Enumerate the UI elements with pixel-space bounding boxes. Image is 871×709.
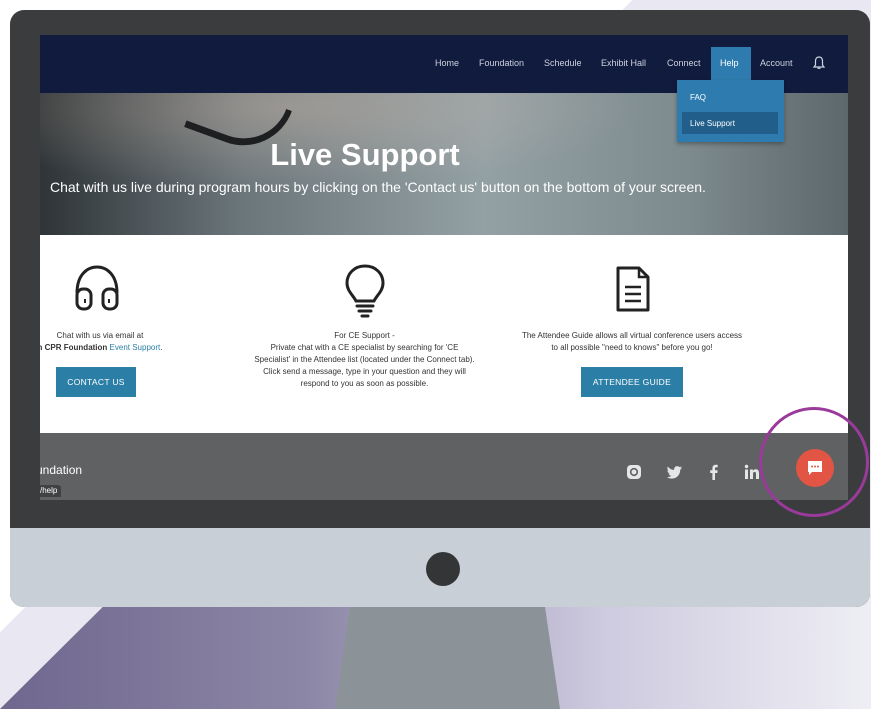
ce-line-3: Specialist' in the Attendee list (locate…	[254, 355, 475, 364]
support-options: Chat with us via email at n CPR Foundati…	[40, 235, 848, 433]
dropdown-item-faq[interactable]: FAQ	[690, 93, 706, 102]
facebook-icon[interactable]	[706, 464, 722, 480]
nav-home[interactable]: Home	[435, 58, 459, 68]
twitter-icon[interactable]	[667, 464, 683, 480]
nav-schedule[interactable]: Schedule	[544, 58, 582, 68]
ce-line-5: respond to you as soon as possible.	[300, 379, 429, 388]
lightbulb-icon	[345, 264, 385, 318]
linkedin-icon[interactable]	[744, 464, 760, 480]
ce-line-1: For CE Support -	[334, 331, 395, 340]
email-line-2: n CPR Foundation Event Support.	[40, 342, 170, 354]
nav-exhibit-hall[interactable]: Exhibit Hall	[601, 58, 646, 68]
email-line-2-suffix: .	[160, 343, 163, 352]
monitor-logo-dot	[426, 552, 460, 586]
ce-support-text: For CE Support - Private chat with a CE …	[237, 330, 492, 390]
attendee-guide-button[interactable]: ATTENDEE GUIDE	[581, 367, 683, 397]
guide-line-1: The Attendee Guide allows all virtual co…	[521, 331, 743, 340]
chat-icon	[808, 461, 822, 475]
footer: undation /help	[40, 433, 848, 500]
attendee-guide-text: The Attendee Guide allows all virtual co…	[497, 330, 767, 354]
headset-icon	[75, 265, 119, 311]
nav-connect[interactable]: Connect	[667, 58, 701, 68]
footer-brand: undation	[40, 463, 83, 477]
document-icon	[616, 266, 650, 312]
hero-subtitle: Chat with us live during program hours b…	[50, 179, 706, 195]
monitor-stand	[335, 607, 560, 709]
ce-line-4: Click send a message, type in your quest…	[263, 367, 466, 376]
ce-line-2: Private chat with a CE specialist by sea…	[270, 343, 459, 352]
contact-us-button[interactable]: CONTACT US	[56, 367, 136, 397]
email-line-1: Chat with us via email at	[56, 331, 144, 340]
dropdown-item-live-support[interactable]: Live Support	[682, 112, 778, 134]
website-screen: Home Foundation Schedule Exhibit Hall Co…	[40, 35, 848, 500]
email-org-name: n CPR Foundation	[40, 343, 108, 352]
guide-line-2: to all possible "need to knows" before y…	[551, 343, 713, 352]
status-url: /help	[40, 485, 62, 497]
help-dropdown: FAQ Live Support	[677, 80, 784, 142]
event-support-link[interactable]: Event Support	[110, 343, 161, 352]
dropdown-item-label: Live Support	[690, 119, 735, 128]
chat-launcher-button[interactable]	[796, 449, 834, 487]
email-support-text: Chat with us via email at n CPR Foundati…	[40, 330, 170, 354]
bell-icon[interactable]	[813, 56, 825, 70]
nav-foundation[interactable]: Foundation	[479, 58, 524, 68]
nav-account[interactable]: Account	[760, 58, 793, 68]
nav-help-label: Help	[720, 58, 739, 68]
page-title: Live Support	[270, 137, 460, 172]
instagram-icon[interactable]	[626, 464, 642, 480]
